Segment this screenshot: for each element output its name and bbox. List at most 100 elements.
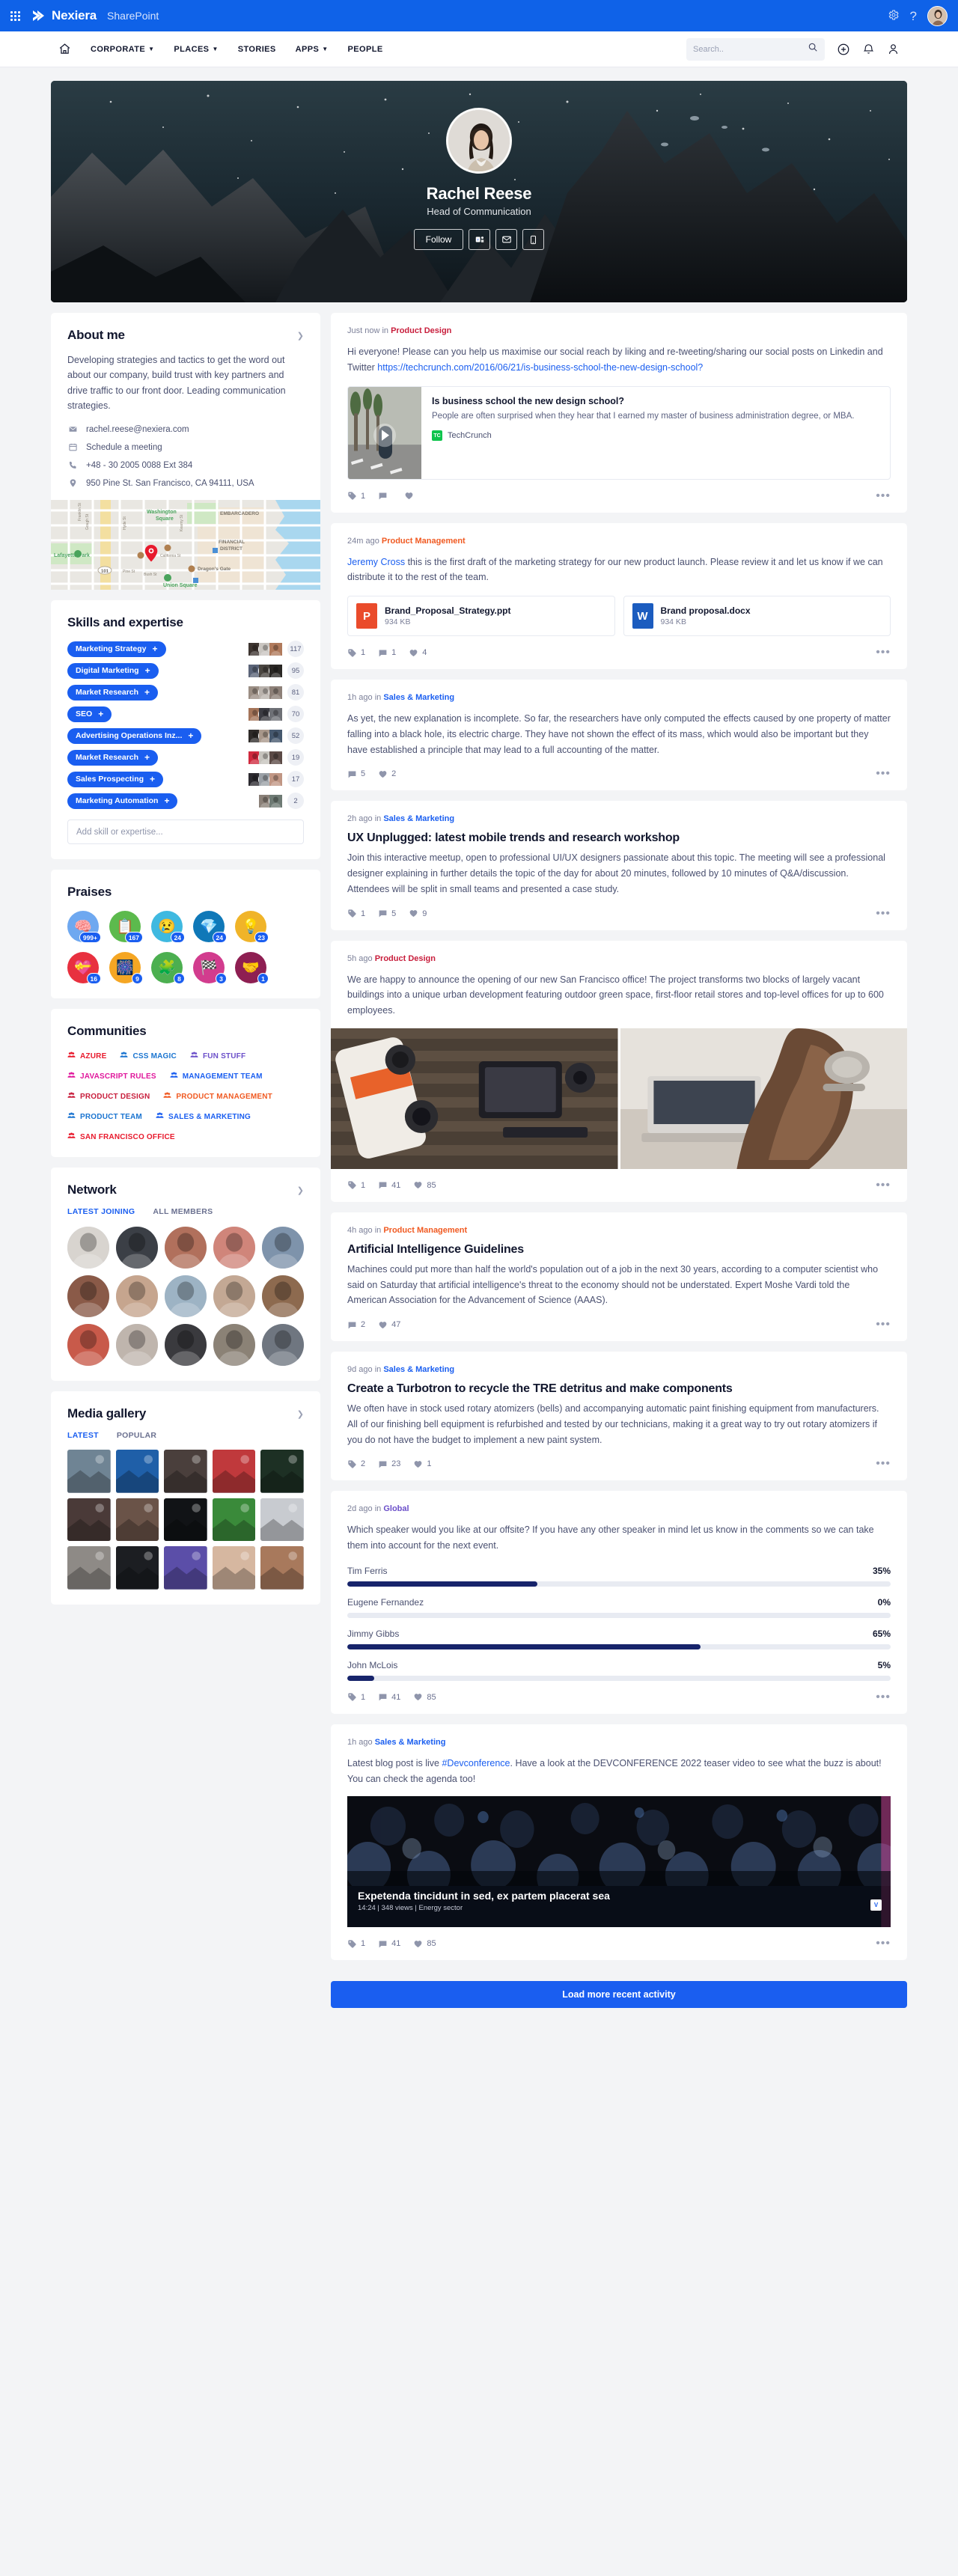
post-community-link[interactable]: Sales & Marketing: [383, 814, 454, 823]
like-action[interactable]: [404, 491, 418, 501]
community-link[interactable]: FUN STUFF: [190, 1051, 245, 1061]
file-attachment[interactable]: P Brand_Proposal_Strategy.ppt 934 KB: [347, 596, 615, 636]
media-thumbnail[interactable]: [164, 1546, 207, 1590]
post-image[interactable]: [331, 1028, 618, 1169]
skill-pill[interactable]: Market Research +: [67, 684, 159, 701]
tag-action[interactable]: 1: [347, 648, 365, 658]
more-horizontal-icon[interactable]: •••: [876, 1319, 891, 1331]
comment-action[interactable]: 41: [378, 1939, 400, 1949]
comment-action[interactable]: 5: [347, 769, 365, 779]
post-community-link[interactable]: Sales & Marketing: [383, 693, 454, 702]
community-link[interactable]: CSS MAGIC: [120, 1051, 177, 1061]
like-action[interactable]: 85: [413, 1939, 436, 1949]
media-thumbnail[interactable]: [67, 1498, 111, 1542]
plus-icon[interactable]: +: [188, 731, 193, 740]
network-avatar[interactable]: [67, 1227, 109, 1269]
media-thumbnail[interactable]: [212, 1450, 256, 1493]
community-link[interactable]: SALES & MARKETING: [156, 1111, 251, 1122]
plus-icon[interactable]: +: [144, 753, 150, 762]
media-thumbnail[interactable]: [67, 1546, 111, 1590]
network-avatar[interactable]: [262, 1324, 304, 1366]
poll-option[interactable]: Eugene Fernandez 0%: [347, 1597, 891, 1618]
network-avatar[interactable]: [262, 1227, 304, 1269]
endorser-avatars[interactable]: [248, 772, 283, 787]
puzzle-brain-praise[interactable]: 🧩 8: [151, 952, 185, 984]
more-horizontal-icon[interactable]: •••: [876, 907, 891, 920]
media-thumbnail[interactable]: [164, 1498, 207, 1542]
help-icon[interactable]: ?: [910, 10, 917, 22]
phone-icon[interactable]: [522, 229, 545, 250]
comment-action[interactable]: 2: [347, 1320, 365, 1330]
clipboard-praise[interactable]: 📋 167: [109, 911, 143, 943]
tag-action[interactable]: 1: [347, 1939, 365, 1949]
poll-option[interactable]: John McLois 5%: [347, 1660, 891, 1681]
network-avatar[interactable]: [213, 1324, 255, 1366]
media-thumbnail[interactable]: [67, 1450, 111, 1493]
handshake-praise[interactable]: 🤝 1: [235, 952, 269, 984]
endorser-avatars[interactable]: [248, 706, 283, 721]
comment-action[interactable]: 23: [378, 1459, 400, 1469]
media-thumbnail[interactable]: [115, 1498, 159, 1542]
network-avatar[interactable]: [67, 1324, 109, 1366]
media-thumbnail[interactable]: [260, 1546, 304, 1590]
more-horizontal-icon[interactable]: •••: [876, 647, 891, 659]
brand-logo[interactable]: Nexiera: [31, 8, 97, 23]
post-community-link[interactable]: Sales & Marketing: [383, 1365, 454, 1374]
brain-praise[interactable]: 🧠 999+: [67, 911, 101, 943]
sad-face-praise[interactable]: 😢 24: [151, 911, 185, 943]
chevron-down-icon[interactable]: ❯: [297, 1185, 304, 1195]
plus-icon[interactable]: +: [98, 709, 103, 718]
skill-pill[interactable]: Market Research +: [67, 749, 159, 766]
comment-action[interactable]: 41: [378, 1180, 400, 1190]
endorser-avatars[interactable]: [248, 685, 283, 700]
like-action[interactable]: 1: [413, 1459, 432, 1469]
tag-action[interactable]: 1: [347, 1180, 365, 1190]
endorser-avatars[interactable]: [248, 728, 283, 743]
plus-icon[interactable]: +: [153, 644, 158, 653]
network-avatar[interactable]: [165, 1324, 207, 1366]
avatar[interactable]: [927, 5, 948, 26]
tab-latest[interactable]: LATEST: [67, 1431, 99, 1440]
home-icon[interactable]: [58, 43, 71, 55]
suite-app-name[interactable]: SharePoint: [107, 10, 159, 22]
tab-latest-joining[interactable]: LATEST JOINING: [67, 1207, 135, 1216]
media-thumbnail[interactable]: [164, 1450, 207, 1493]
skill-pill[interactable]: Marketing Strategy +: [67, 641, 166, 657]
community-link[interactable]: SAN FRANCISCO OFFICE: [67, 1132, 175, 1142]
endorser-avatars[interactable]: [248, 663, 283, 678]
tab-popular[interactable]: POPULAR: [117, 1431, 156, 1440]
community-link[interactable]: PRODUCT MANAGEMENT: [163, 1091, 272, 1102]
teams-icon[interactable]: T: [469, 229, 491, 250]
comment-action[interactable]: 1: [378, 648, 396, 658]
media-thumbnail[interactable]: [212, 1546, 256, 1590]
load-more-button[interactable]: Load more recent activity: [331, 1981, 907, 2009]
post-community-link[interactable]: Product Design: [375, 954, 436, 963]
plus-icon[interactable]: +: [164, 796, 169, 805]
like-action[interactable]: 9: [409, 909, 427, 918]
plus-icon[interactable]: +: [150, 775, 155, 784]
nav-item-apps[interactable]: APPS ▼: [296, 45, 329, 54]
comment-action[interactable]: [378, 491, 391, 501]
community-link[interactable]: AZURE: [67, 1051, 106, 1061]
contact-email[interactable]: rachel.reese@nexiera.com: [67, 424, 304, 434]
link-preview-card[interactable]: Is business school the new design school…: [347, 385, 891, 480]
search-box[interactable]: [686, 37, 825, 61]
endorser-avatars[interactable]: [248, 641, 283, 656]
media-thumbnail[interactable]: [260, 1450, 304, 1493]
network-avatar[interactable]: [165, 1227, 207, 1269]
nav-item-places[interactable]: PLACES ▼: [174, 45, 218, 54]
community-link[interactable]: PRODUCT DESIGN: [67, 1091, 150, 1102]
network-avatar[interactable]: [213, 1275, 255, 1317]
search-input[interactable]: [693, 44, 803, 54]
heart-hands-praise[interactable]: 💝 16: [67, 952, 101, 984]
community-link[interactable]: PRODUCT TEAM: [67, 1111, 142, 1122]
hashtag-link[interactable]: #Devconference: [442, 1758, 510, 1768]
like-action[interactable]: 4: [409, 648, 427, 658]
network-avatar[interactable]: [116, 1227, 158, 1269]
network-avatar[interactable]: [262, 1275, 304, 1317]
comment-action[interactable]: 5: [378, 909, 396, 918]
tag-action[interactable]: 1: [347, 909, 365, 918]
gear-icon[interactable]: [888, 9, 900, 23]
media-thumbnail[interactable]: [212, 1498, 256, 1542]
video-player[interactable]: Expetenda tincidunt in sed, ex partem pl…: [347, 1796, 891, 1928]
